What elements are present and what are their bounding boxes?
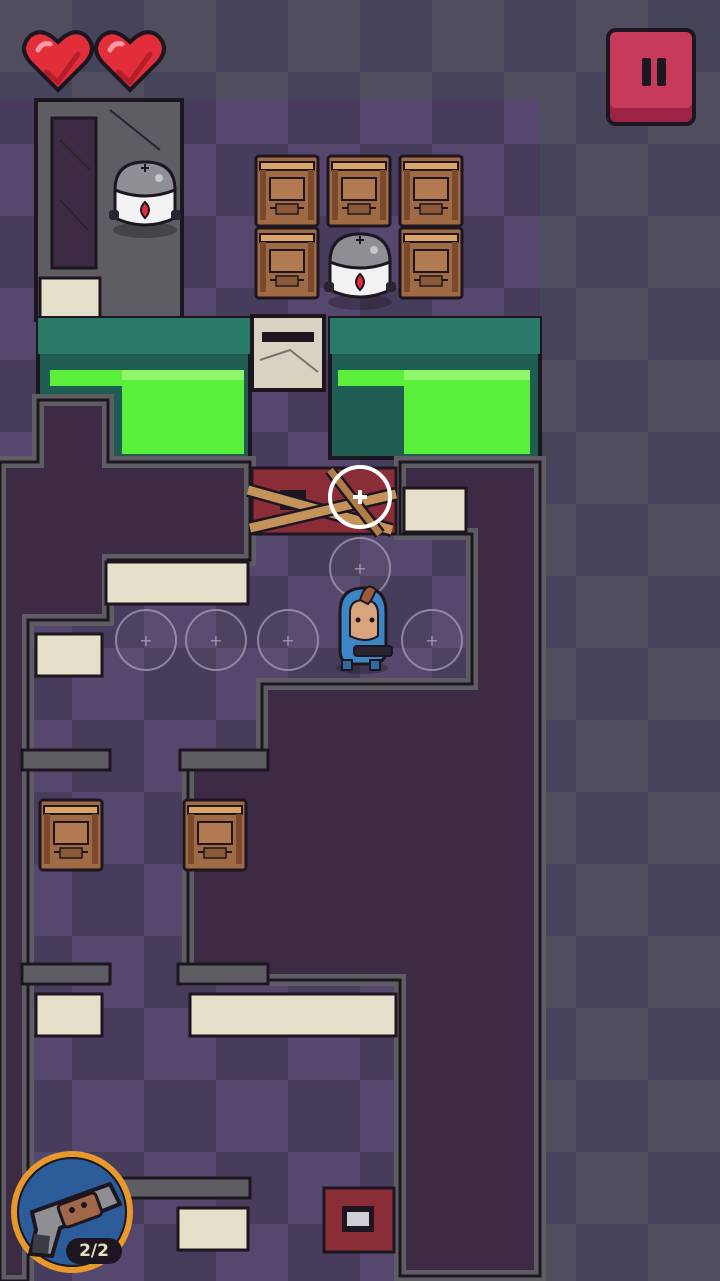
- robot-turret-enemy[interactable]: [107, 160, 183, 240]
- dungeon-map: + + + + +: [0, 0, 720, 1281]
- pause-icon: [657, 58, 666, 86]
- hooded-hero-icon[interactable]: [336, 585, 393, 674]
- svg-text:+: +: [281, 631, 294, 650]
- pause-icon: [642, 58, 651, 86]
- game-screen[interactable]: + + + + + 2/2: [0, 0, 720, 1281]
- ammo-counter: 2/2: [66, 1238, 122, 1264]
- move-marker[interactable]: +: [115, 609, 177, 671]
- svg-text:+: +: [139, 631, 152, 650]
- robot-turret-enemy[interactable]: [322, 232, 398, 312]
- pause-button[interactable]: [606, 28, 696, 126]
- heart-icon: [22, 30, 94, 93]
- svg-text:+: +: [353, 559, 366, 578]
- move-marker[interactable]: +: [257, 609, 319, 671]
- heart-icon: [94, 30, 166, 93]
- svg-text:+: +: [209, 631, 222, 650]
- move-marker[interactable]: +: [185, 609, 247, 671]
- move-marker[interactable]: +: [401, 609, 463, 671]
- switch-icon[interactable]: [322, 1186, 396, 1254]
- svg-text:+: +: [425, 631, 438, 650]
